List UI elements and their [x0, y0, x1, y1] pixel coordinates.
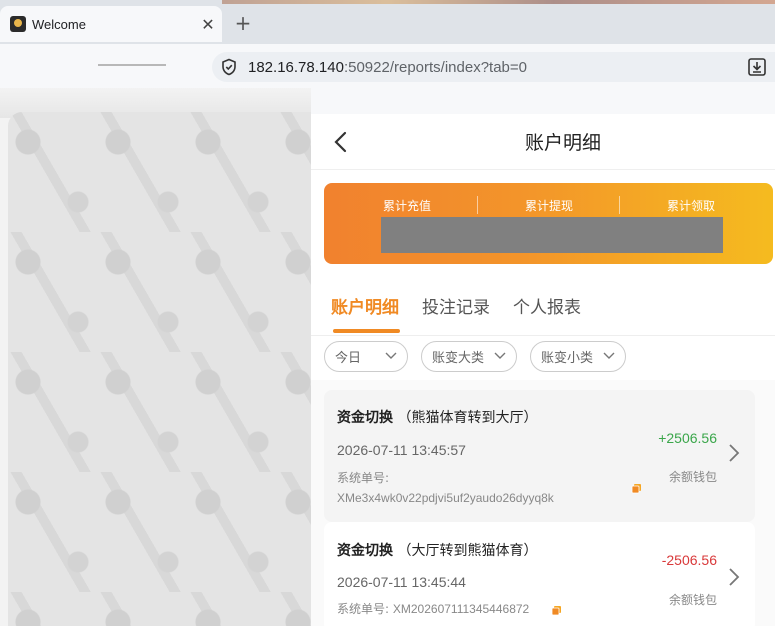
- redacted-amounts: [381, 217, 723, 253]
- record-detail: （熊猫体育转到大厅）: [397, 410, 538, 426]
- subcategory-filter-label: 账变小类: [541, 351, 594, 366]
- record-time: 2026-07-11 13:45:44: [337, 574, 466, 590]
- tab-account-detail[interactable]: 账户明细: [331, 293, 399, 318]
- list-item[interactable]: 资金切换 （大厅转到熊猫体育） 2026-07-11 13:45:44 系统单号…: [324, 522, 755, 626]
- toolbar-divider: [98, 64, 166, 66]
- browser-tab-welcome[interactable]: Welcome ✕: [0, 6, 222, 42]
- tabstrip-decoration: [222, 0, 775, 4]
- url-text[interactable]: 182.16.78.140:50922/reports/index?tab=0: [248, 59, 527, 76]
- url-host: 182.16.78.140: [248, 58, 344, 76]
- date-filter-label: 今日: [335, 351, 362, 366]
- date-filter-dropdown[interactable]: 今日: [324, 341, 408, 372]
- order-number: XM202607111345446872: [392, 602, 530, 616]
- app-top-gap: [311, 88, 775, 114]
- record-order: 系统单号: XMe3x4wk0v22pdjvi5uf2yaudo26dyyq8k: [337, 468, 554, 508]
- browser-tabstrip: Welcome ✕ +: [0, 0, 775, 44]
- summary-divider: [619, 196, 620, 214]
- records-list: 资金切换 （熊猫体育转到大厅） 2026-07-11 13:45:57 系统单号…: [311, 380, 775, 626]
- chevron-down-icon: [494, 352, 506, 359]
- summary-divider: [477, 196, 478, 214]
- subcategory-filter-dropdown[interactable]: 账变小类: [530, 341, 626, 372]
- site-favicon-icon: [10, 16, 26, 32]
- close-tab-icon[interactable]: ✕: [194, 15, 222, 34]
- list-item[interactable]: 资金切换 （熊猫体育转到大厅） 2026-07-11 13:45:57 系统单号…: [324, 390, 755, 522]
- total-withdraw-label: 累计提现: [524, 199, 573, 213]
- active-tab-indicator: [333, 329, 400, 333]
- record-type: 资金切换: [337, 543, 393, 559]
- chevron-down-icon: [603, 352, 615, 359]
- url-path: :50922/reports/index?tab=0: [343, 58, 527, 76]
- record-order: 系统单号: XM202607111345446872: [337, 599, 529, 619]
- chevron-down-icon: [385, 352, 397, 359]
- record-detail: （大厅转到熊猫体育）: [397, 543, 538, 559]
- copy-icon[interactable]: [631, 483, 642, 494]
- record-amount: -2506.56: [661, 552, 717, 568]
- record-time: 2026-07-11 13:45:57: [337, 442, 466, 458]
- tab-title: Welcome: [32, 16, 86, 32]
- address-bar[interactable]: 182.16.78.140:50922/reports/index?tab=0: [212, 52, 775, 82]
- background-pattern-image: [8, 112, 311, 626]
- chevron-right-icon: [729, 568, 740, 586]
- total-claim-label: 累计领取: [666, 199, 715, 213]
- app-panel: 账户明细 累计充值 累计提现 累计领取 账户明细 投注记录 个人报表 今日 账变…: [311, 88, 775, 626]
- summary-card: 累计充值 累计提现 累计领取: [324, 183, 773, 264]
- total-recharge-label: 累计充值: [382, 199, 431, 213]
- record-wallet: 余额钱包: [668, 593, 717, 607]
- chevron-right-icon: [729, 444, 740, 462]
- order-label: 系统单号:: [337, 471, 390, 485]
- record-type: 资金切换: [337, 410, 393, 426]
- record-wallet: 余额钱包: [668, 470, 717, 484]
- page-title: 账户明细: [524, 132, 601, 154]
- category-filter-dropdown[interactable]: 账变大类: [421, 341, 517, 372]
- copy-icon[interactable]: [551, 605, 562, 616]
- site-info-icon[interactable]: [220, 58, 238, 76]
- record-title: 资金切换 （熊猫体育转到大厅）: [337, 407, 537, 427]
- order-number: XMe3x4wk0v22pdjvi5uf2yaudo26dyyq8k: [337, 491, 554, 505]
- page-header: 账户明细: [311, 114, 775, 170]
- record-title: 资金切换 （大厅转到熊猫体育）: [337, 540, 537, 560]
- record-tabs: 账户明细 投注记录 个人报表: [311, 284, 775, 336]
- new-tab-button[interactable]: +: [232, 12, 254, 34]
- tab-bet-records[interactable]: 投注记录: [422, 293, 490, 318]
- order-label: 系统单号:: [337, 602, 390, 616]
- tab-personal-report[interactable]: 个人报表: [513, 293, 581, 318]
- category-filter-label: 账变大类: [432, 351, 485, 366]
- record-amount: +2506.56: [658, 430, 717, 446]
- filter-bar: 今日 账变大类 账变小类: [311, 337, 775, 377]
- download-icon[interactable]: [747, 57, 767, 77]
